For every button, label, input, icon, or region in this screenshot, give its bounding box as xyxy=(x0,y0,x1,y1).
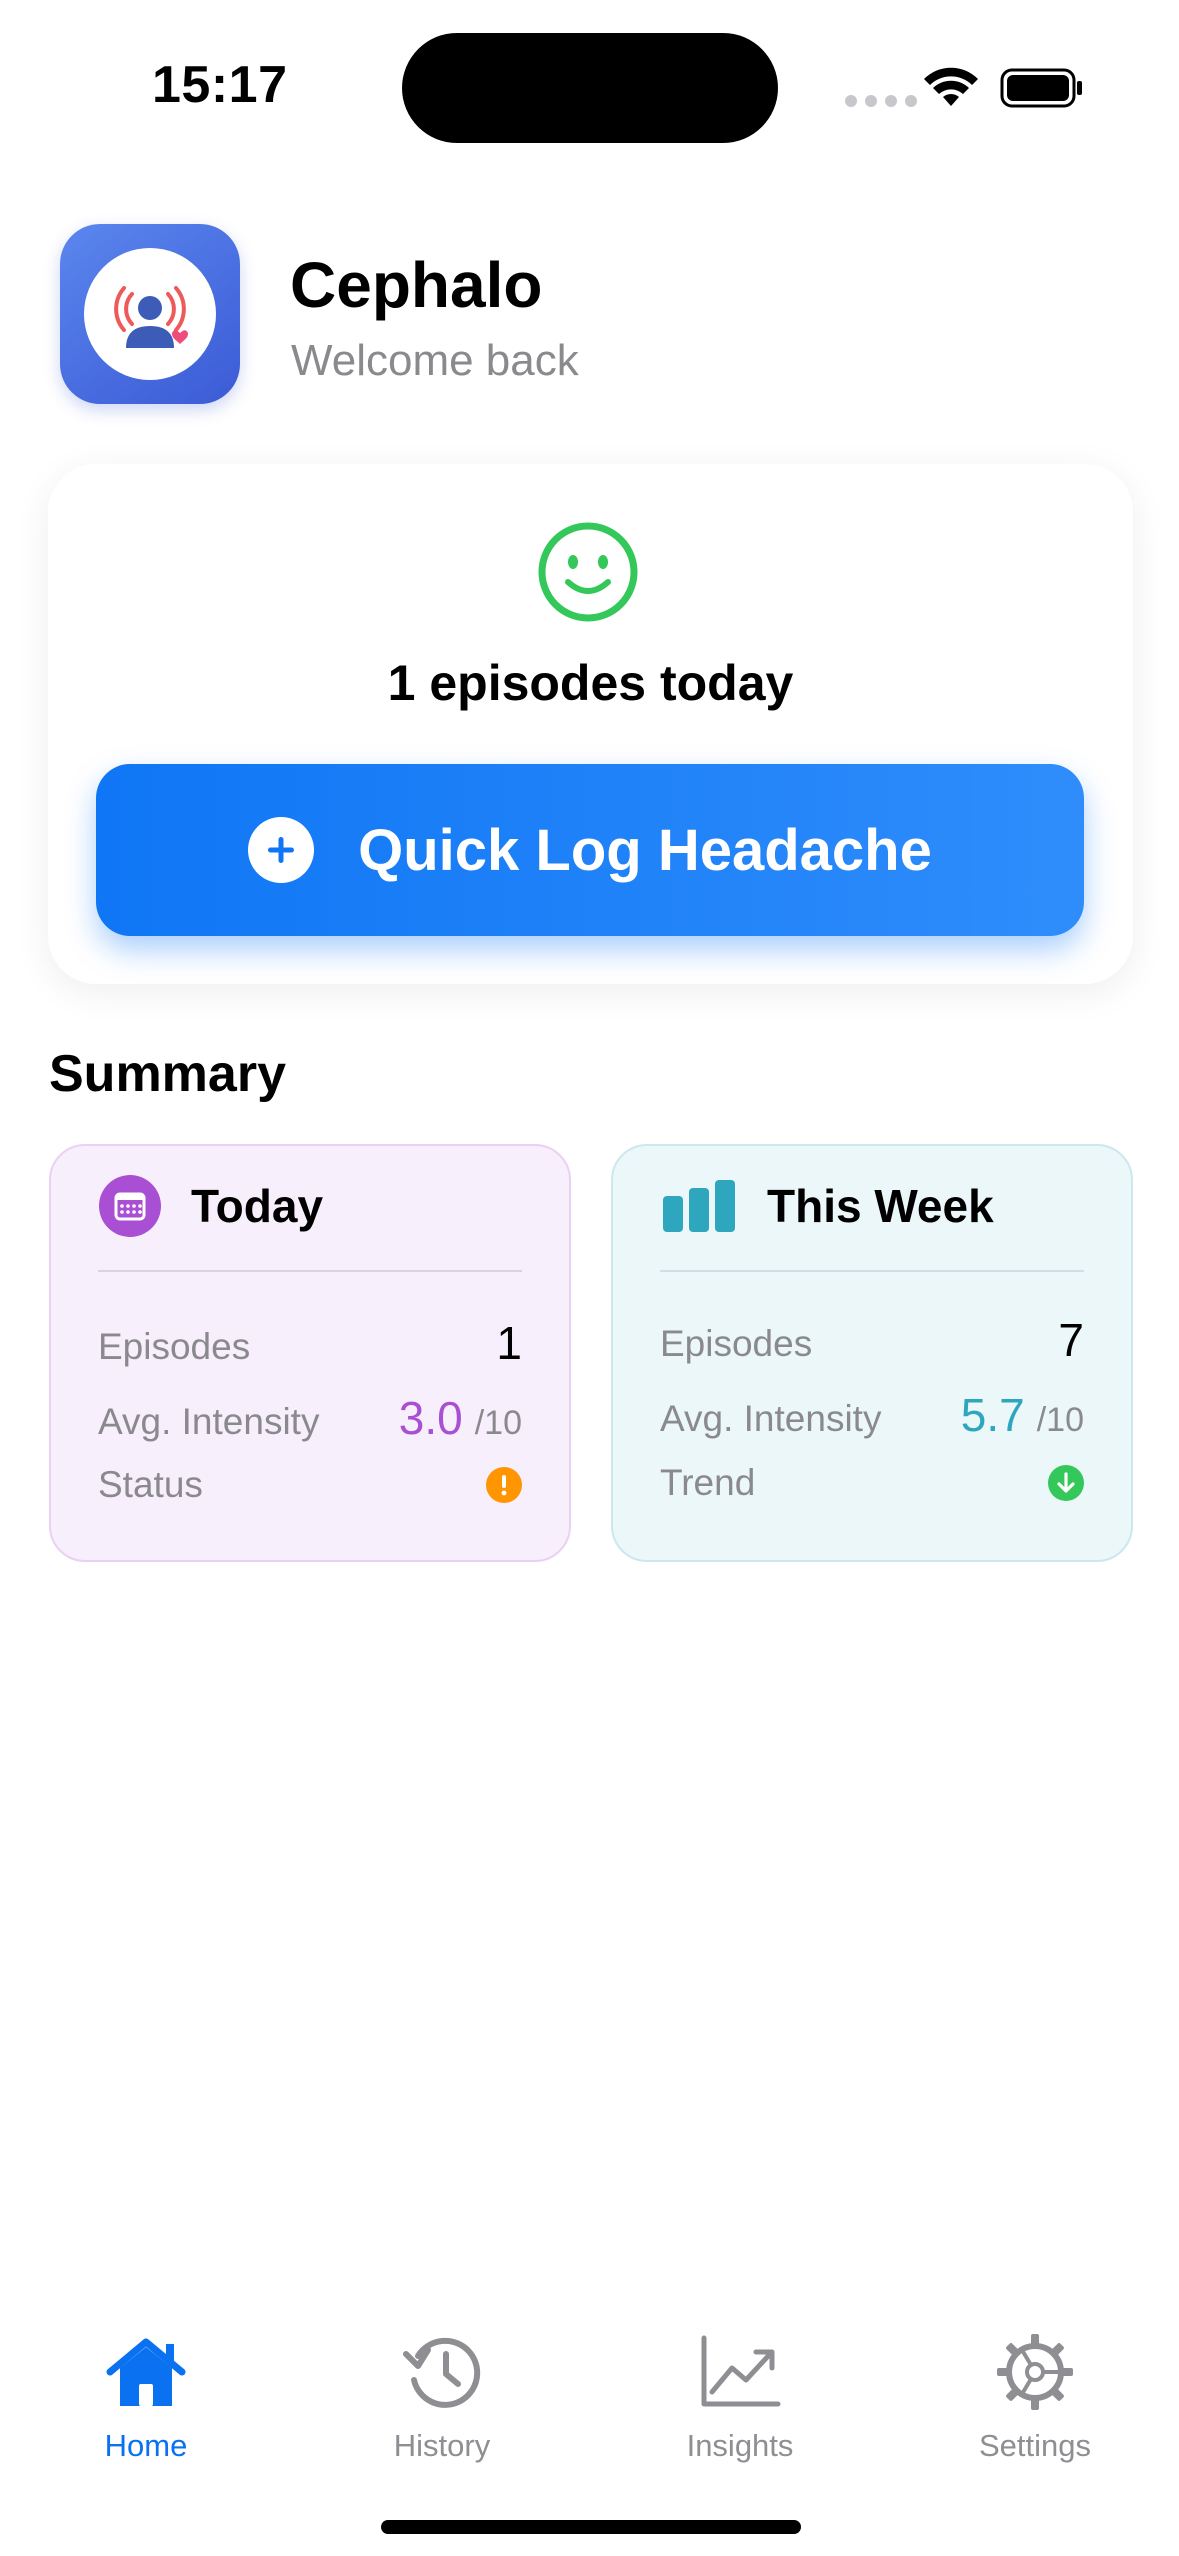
tab-settings[interactable]: Settings xyxy=(935,2330,1135,2464)
quick-log-label: Quick Log Headache xyxy=(358,817,932,883)
divider xyxy=(98,1270,522,1272)
tab-insights-label: Insights xyxy=(686,2428,794,2463)
today-status-row: Status xyxy=(98,1464,522,1506)
week-trend-row: Trend xyxy=(660,1462,1084,1504)
week-intensity-row: Avg. Intensity 5.7/10 xyxy=(660,1388,1084,1442)
divider xyxy=(660,1270,1084,1272)
gear-icon xyxy=(997,2334,1073,2410)
episodes-today-text: 1 episodes today xyxy=(387,655,794,711)
today-episodes-row: Episodes 1 xyxy=(98,1316,522,1370)
week-intensity-value: 5.7 xyxy=(960,1389,1025,1441)
week-episodes-label: Episodes xyxy=(660,1323,813,1364)
today-intensity-label: Avg. Intensity xyxy=(98,1401,320,1442)
calendar-icon xyxy=(99,1175,161,1237)
today-card-title: Today xyxy=(191,1180,324,1232)
cellular-signal-icon xyxy=(845,95,917,107)
person-signal-icon xyxy=(114,286,188,348)
week-trend-label: Trend xyxy=(660,1462,756,1503)
app-title: Cephalo xyxy=(290,249,543,321)
plus-circle-icon xyxy=(248,817,315,883)
status-time: 15:17 xyxy=(152,56,288,114)
week-intensity-label: Avg. Intensity xyxy=(660,1398,882,1439)
home-indicator[interactable] xyxy=(381,2520,801,2534)
week-card-title: This Week xyxy=(767,1180,994,1232)
today-overview-card: 1 episodes today Quick Log Headache xyxy=(48,464,1133,984)
arrow-down-icon xyxy=(1048,1465,1084,1501)
status-bar: 15:17 xyxy=(0,0,1179,170)
today-intensity-row: Avg. Intensity 3.0/10 xyxy=(98,1391,522,1445)
week-episodes-value: 7 xyxy=(1058,1314,1084,1366)
week-intensity-max: /10 xyxy=(1036,1401,1084,1439)
quick-log-headache-button[interactable]: Quick Log Headache xyxy=(96,764,1084,936)
tab-history[interactable]: History xyxy=(342,2330,542,2464)
tab-insights[interactable]: Insights xyxy=(640,2330,840,2464)
tab-settings-label: Settings xyxy=(978,2428,1091,2463)
today-status-label: Status xyxy=(98,1464,203,1505)
tab-history-label: History xyxy=(393,2428,491,2463)
battery-icon xyxy=(1000,68,1082,108)
tab-bar: Home History Insights Settings xyxy=(0,2300,1179,2500)
tab-home[interactable]: Home xyxy=(46,2330,246,2464)
smiley-face-icon xyxy=(538,522,638,622)
history-icon xyxy=(403,2337,481,2408)
chart-line-icon xyxy=(701,2335,781,2407)
today-intensity-max: /10 xyxy=(474,1404,522,1442)
dynamic-island xyxy=(402,33,778,143)
today-intensity-value: 3.0 xyxy=(398,1392,463,1444)
today-episodes-label: Episodes xyxy=(98,1326,251,1367)
welcome-subtitle: Welcome back xyxy=(291,336,579,385)
week-summary-card[interactable]: This Week Episodes 7 Avg. Intensity 5.7/… xyxy=(611,1144,1133,1562)
app-logo xyxy=(60,224,240,404)
wifi-icon xyxy=(924,67,978,106)
week-episodes-row: Episodes 7 xyxy=(660,1313,1084,1367)
today-episodes-value: 1 xyxy=(496,1317,522,1369)
tab-home-label: Home xyxy=(104,2428,188,2463)
today-summary-card[interactable]: Today Episodes 1 Avg. Intensity 3.0/10 S… xyxy=(49,1144,571,1562)
bar-chart-icon xyxy=(663,1180,735,1232)
warning-icon xyxy=(486,1467,522,1503)
summary-heading: Summary xyxy=(49,1045,286,1103)
house-icon xyxy=(106,2338,186,2406)
